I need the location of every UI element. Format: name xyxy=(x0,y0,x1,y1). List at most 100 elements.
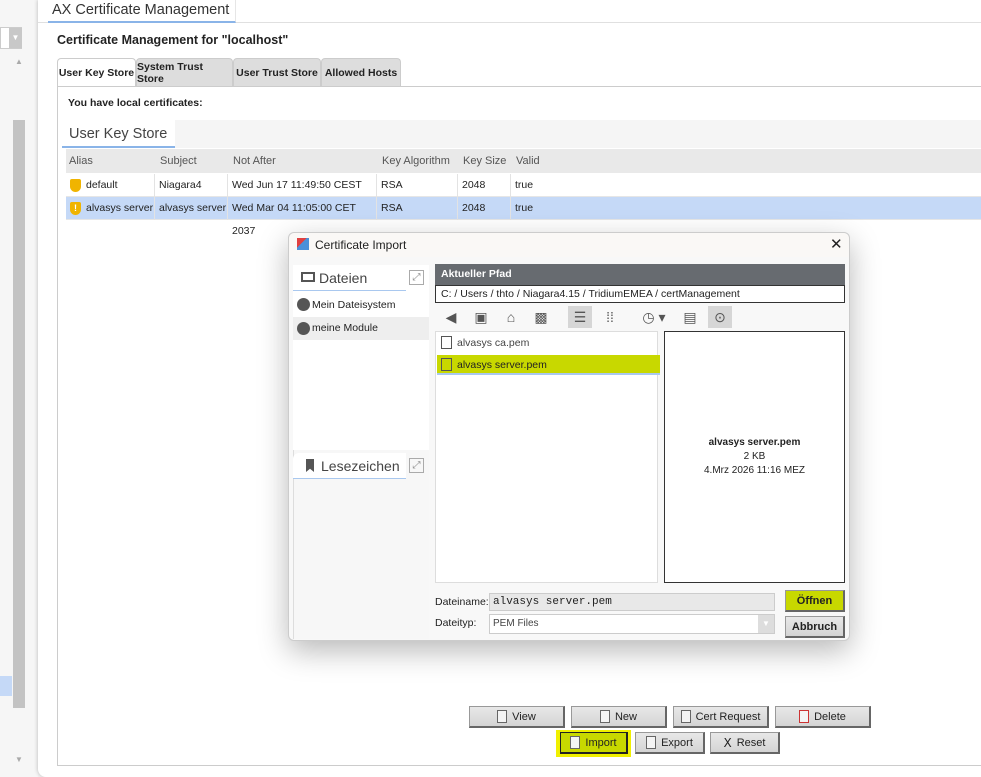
section-title: User Key Store xyxy=(62,120,175,148)
open-button[interactable]: Öffnen xyxy=(785,590,845,612)
folder-up-icon[interactable]: ▣ xyxy=(469,306,493,328)
details-view-icon[interactable]: ⁞⁞ xyxy=(598,306,622,328)
section-header xyxy=(62,120,981,148)
import-icon xyxy=(570,736,581,749)
export-button[interactable]: Export xyxy=(635,732,705,754)
button-label: Export xyxy=(661,736,693,749)
cert-request-button[interactable]: Cert Request xyxy=(673,706,769,728)
place-my-modules[interactable]: meine Module xyxy=(293,317,429,340)
close-icon[interactable]: ✕ xyxy=(830,235,843,253)
preview-filename: alvasys server.pem xyxy=(708,437,801,448)
back-icon[interactable]: ◀ xyxy=(439,306,463,328)
column-header-key-size[interactable]: Key Size xyxy=(463,149,506,173)
cert-request-icon xyxy=(680,710,691,723)
drive-icon xyxy=(297,298,310,311)
cell-subject: alvasys server xyxy=(155,197,228,220)
delete-button[interactable]: Delete xyxy=(775,706,871,728)
tab-user-trust-store[interactable]: User Trust Store xyxy=(233,58,321,86)
cell-not-after: Wed Mar 04 11:05:00 CET 2037 xyxy=(228,197,377,237)
scroll-up-icon[interactable]: ▲ xyxy=(15,57,23,66)
list-view-icon[interactable]: ☰ xyxy=(568,306,592,328)
cell-key-algorithm: RSA xyxy=(377,174,458,197)
place-my-filesystem[interactable]: Mein Dateisystem xyxy=(293,294,429,316)
column-header-alias[interactable]: Alias xyxy=(69,149,93,173)
file-item-selected[interactable]: alvasys server.pem xyxy=(437,355,660,375)
button-label: Reset xyxy=(736,736,766,749)
expand-icon[interactable]: ⤢ xyxy=(409,458,424,473)
certificate-key-icon xyxy=(70,178,81,192)
sidebar: ▼ ▲ ▼ xyxy=(0,0,38,777)
view-button[interactable]: View xyxy=(469,706,565,728)
cancel-button[interactable]: Abbruch xyxy=(785,616,845,638)
tab-system-trust-store[interactable]: System Trust Store xyxy=(136,58,233,86)
filename-label: Dateiname: xyxy=(435,596,489,608)
cell-key-algorithm: RSA xyxy=(377,197,458,220)
button-label: Cert Request xyxy=(695,710,761,723)
filetype-value: PEM Files xyxy=(493,618,539,629)
place-label: Mein Dateisystem xyxy=(312,299,396,311)
import-button[interactable]: Import xyxy=(560,732,628,754)
file-name: alvasys server.pem xyxy=(457,359,547,371)
filetype-select[interactable]: PEM Files ▼ xyxy=(489,614,775,634)
preview-size: 2 KB xyxy=(743,451,766,462)
cell-key-size: 2048 xyxy=(458,197,511,220)
button-label: Import xyxy=(585,736,617,749)
new-document-icon xyxy=(599,710,610,723)
certificate-warning-icon: ! xyxy=(70,201,81,215)
certificate-import-dialog: Certificate Import ✕ Dateien ⤢ Mein Date… xyxy=(288,232,850,641)
lock-icon xyxy=(297,322,310,335)
sidebar-dropdown[interactable]: ▼ xyxy=(0,27,22,49)
column-header-valid[interactable]: Valid xyxy=(516,149,540,173)
cell-key-size: 2048 xyxy=(458,174,511,197)
cell-alias: default xyxy=(86,179,118,191)
document-icon xyxy=(497,710,508,723)
preview-date: 4.Mrz 2026 11:16 MEZ xyxy=(704,465,805,476)
scrollbar[interactable] xyxy=(13,120,25,708)
tab-allowed-hosts[interactable]: Allowed Hosts xyxy=(321,58,401,86)
certificate-file-icon xyxy=(441,358,452,371)
tab-user-key-store[interactable]: User Key Store xyxy=(57,58,136,87)
filename-input[interactable]: alvasys server.pem xyxy=(489,593,775,611)
button-label: Delete xyxy=(814,710,846,723)
table-row-selected[interactable]: ! alvasys server alvasys server Wed Mar 0… xyxy=(66,197,981,237)
place-label: meine Module xyxy=(312,322,378,334)
dialog-title: Certificate Import xyxy=(315,238,407,252)
button-label: New xyxy=(614,710,637,723)
page-title: Certificate Management for "localhost" xyxy=(57,33,289,47)
table-row[interactable]: default Niagara4 Wed Jun 17 11:49:50 CES… xyxy=(66,174,981,214)
app-logo-icon xyxy=(297,238,309,250)
new-folder-icon[interactable]: ▩ xyxy=(529,306,553,328)
chevron-down-icon: ▼ xyxy=(9,28,22,48)
file-name: alvasys ca.pem xyxy=(457,337,530,349)
file-preview: alvasys server.pem 2 KB 4.Mrz 2026 11:16… xyxy=(664,331,845,583)
current-path[interactable]: C: / Users / thto / Niagara4.15 / Tridiu… xyxy=(435,285,845,303)
reset-icon: Ⅹ xyxy=(723,735,732,750)
home-icon[interactable]: ⌂ xyxy=(499,306,523,328)
intro-text: You have local certificates: xyxy=(68,97,203,109)
filetype-label: Dateityp: xyxy=(435,617,477,629)
cell-alias: alvasys server xyxy=(86,202,154,214)
column-header-key-algorithm[interactable]: Key Algorithm xyxy=(382,149,450,173)
button-label: View xyxy=(512,710,536,723)
history-icon[interactable]: ◷ ▾ xyxy=(637,306,671,328)
computer-icon xyxy=(301,272,315,282)
scroll-down-icon[interactable]: ▼ xyxy=(15,755,23,764)
app-title-tab[interactable]: AX Certificate Management xyxy=(48,0,236,23)
cell-valid: true xyxy=(515,202,534,214)
bookmark-add-icon[interactable]: ▤ xyxy=(678,306,702,328)
expand-icon[interactable]: ⤢ xyxy=(409,270,424,285)
column-header-subject[interactable]: Subject xyxy=(160,149,197,173)
sidebar-selected-item[interactable] xyxy=(0,676,12,696)
path-header: Aktueller Pfad xyxy=(435,264,845,285)
reset-button[interactable]: Ⅹ Reset xyxy=(710,732,780,754)
column-header-not-after[interactable]: Not After xyxy=(233,149,276,173)
certificate-file-icon xyxy=(441,336,452,349)
cell-valid: true xyxy=(515,179,534,191)
cell-subject: Niagara4 xyxy=(155,174,228,197)
new-button[interactable]: New xyxy=(571,706,667,728)
preview-toggle-icon[interactable]: ⊙ xyxy=(708,306,732,328)
file-item[interactable]: alvasys ca.pem xyxy=(437,332,657,354)
export-icon xyxy=(646,736,657,749)
cell-not-after: Wed Jun 17 11:49:50 CEST 2026 xyxy=(228,174,377,214)
chevron-down-icon: ▼ xyxy=(758,615,774,633)
